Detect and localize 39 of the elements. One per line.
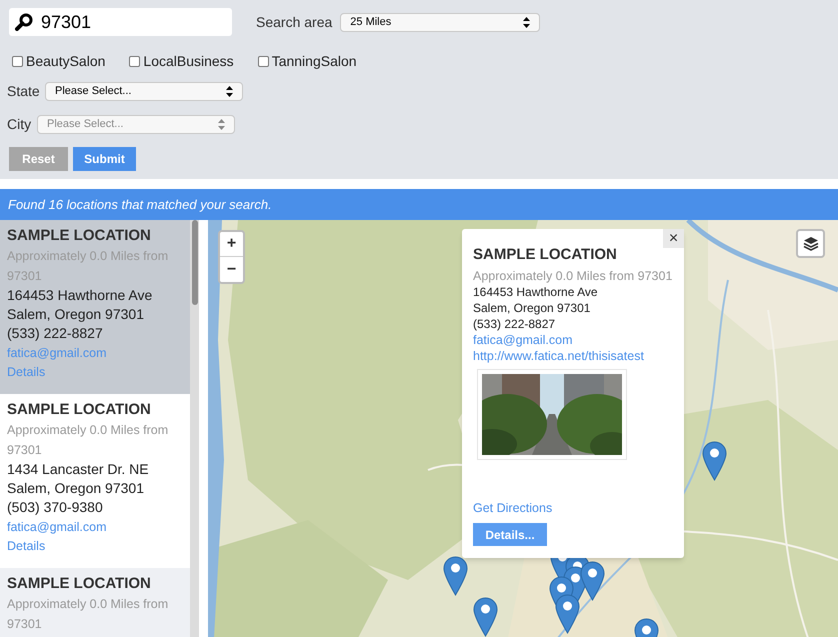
scrollbar[interactable] [190,220,199,637]
results-message: Found 16 locations that matched your search. [8,196,272,214]
caret-icon [218,119,225,130]
location-title: SAMPLE LOCATION [7,400,152,419]
field-label: Search area [256,12,332,32]
address-text: 1434 Lancaster Dr. NE [7,460,150,479]
address-text: Salem, Oregon 97301 [7,305,145,324]
location-title: SAMPLE LOCATION [7,226,152,245]
search-area-select[interactable]: 25 Miles [340,12,540,32]
search-box[interactable]: 97301 [9,8,232,36]
phone-text: (503) 370-9380 [7,498,104,517]
details-link[interactable]: Details [7,537,180,556]
distance-text: Approximately 0.0 Miles from 97301 [7,248,170,284]
checkbox[interactable] [12,56,23,67]
distance-text: Approximately 0.0 Miles from 97301 [7,422,170,458]
phone-text: (533) 222-8827 [7,324,104,343]
checkbox-label: BeautySalon [26,52,106,71]
checkbox-label: TanningSalon [272,52,357,71]
search-icon [15,13,33,31]
checkbox[interactable] [258,56,269,67]
details-link[interactable]: Details [7,363,180,382]
caret-icon [523,16,530,28]
checkbox[interactable] [129,56,140,67]
address-text: 164453 Hawthorne Ave [7,286,154,305]
address-text: Salem, Oregon 97301 [7,479,145,498]
search-field[interactable]: 97301 [41,10,221,34]
distance-text: Approximately 0.0 Miles from 97301 [7,596,170,632]
email-link[interactable]: fatica@gmail.com [7,344,180,363]
field-label: State [7,82,41,101]
email-link[interactable]: fatica@gmail.com [7,518,180,537]
submit-button[interactable]: Submit [73,147,136,171]
reset-button[interactable]: Reset [9,147,68,171]
location-title: SAMPLE LOCATION [7,574,152,593]
checkbox-label: LocalBusiness [143,52,234,71]
caret-icon [226,86,233,97]
location-card[interactable]: SAMPLE LOCATION Approximately 0.0 Miles from 97301 [0,568,190,637]
field-label: City [7,115,32,134]
state-select[interactable]: Please Select... [45,82,243,101]
location-card[interactable]: SAMPLE LOCATION Approximately 0.0 Miles from 97301 164453 Hawthorne Ave Salem, Oregon 97301 (533) 222-8827 fatica@gmail.com Details [0,220,190,394]
